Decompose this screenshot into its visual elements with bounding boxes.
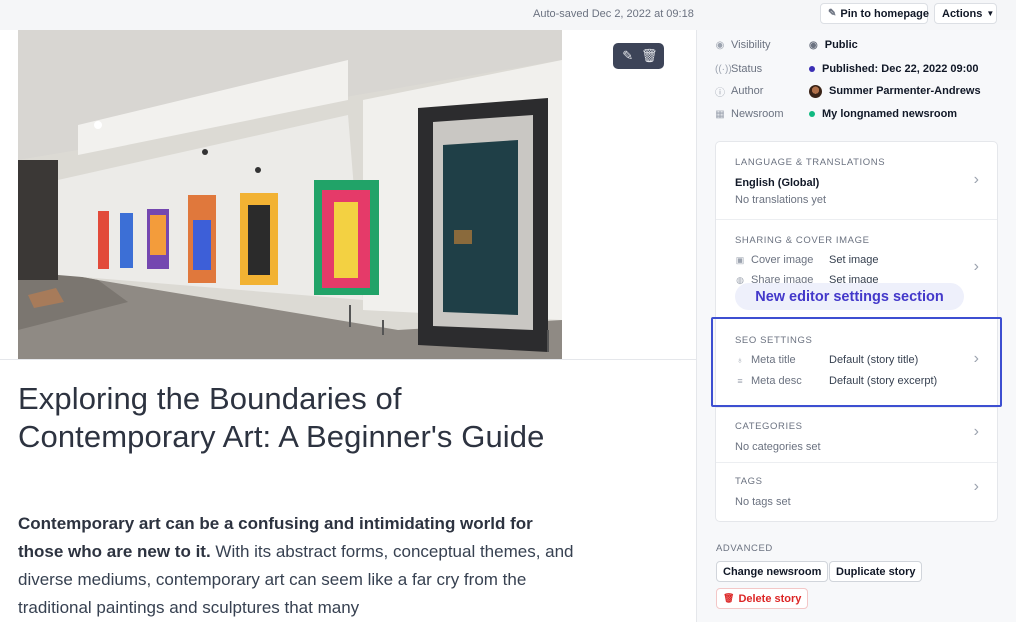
new-section-callout: New editor settings section — [735, 283, 964, 310]
meta-newsroom-value: My longnamed newsroom — [822, 108, 958, 120]
image-icon: ▣ — [735, 254, 745, 265]
meta-desc-key: Meta desc — [751, 375, 802, 387]
trash-icon: 🗑 — [723, 593, 735, 603]
advanced-heading: ADVANCED — [716, 543, 773, 554]
broadcast-icon: ((·)) — [715, 63, 732, 75]
meta-visibility-key: Visibility — [731, 39, 771, 51]
cover-image-value: Set image — [829, 254, 879, 266]
autosave-status: Auto-saved Dec 2, 2022 at 09:18 — [533, 8, 694, 20]
image-toolbar: ✎ 🗑 — [613, 43, 664, 69]
eye-icon: ◉ — [809, 39, 818, 51]
cover-image-key: Cover image — [751, 254, 814, 266]
meta-visibility-value: Public — [824, 39, 858, 51]
trash-icon[interactable]: 🗑 — [640, 48, 658, 64]
tags-value: No tags set — [735, 496, 791, 508]
pin-to-homepage-button[interactable]: ✎ Pin to homepage — [820, 3, 930, 24]
chevron-right-icon: › — [973, 423, 979, 440]
chevron-right-icon: › — [973, 258, 979, 275]
delete-story-label: Delete story — [738, 592, 802, 605]
eye-icon: ◉ — [715, 39, 725, 51]
chevron-right-icon: › — [973, 478, 979, 495]
language-heading: LANGUAGE & TRANSLATIONS — [735, 157, 886, 168]
story-title[interactable]: Exploring the Boundaries of Contemporary… — [18, 380, 578, 456]
pencil-icon[interactable]: ✎ — [619, 48, 637, 64]
pin-icon: ✎ — [828, 8, 837, 19]
categories-section[interactable]: CATEGORIES No categories set › — [716, 408, 997, 463]
sharing-heading: SHARING & COVER IMAGE — [735, 235, 870, 246]
meta-author-row[interactable]: ⓘ Author Summer Parmenter-Andrews — [715, 82, 1005, 100]
story-editor: ✎ 🗑 Exploring the Boundaries of Contempo… — [0, 30, 697, 622]
meta-visibility-row[interactable]: ◉ Visibility ◉ Public — [715, 36, 1005, 54]
categories-value: No categories set — [735, 441, 821, 453]
tags-section[interactable]: TAGS No tags set › — [716, 463, 997, 521]
actions-dropdown-button[interactable]: Actions ▼ — [934, 3, 997, 24]
translations-status: No translations yet — [735, 194, 827, 206]
gallery-photo — [18, 30, 562, 359]
text-lines-icon: ≡ — [737, 376, 743, 386]
settings-panel: LANGUAGE & TRANSLATIONS English (Global)… — [715, 141, 998, 522]
top-bar: Auto-saved Dec 2, 2022 at 09:18 ✎ Pin to… — [0, 0, 1016, 30]
chevron-right-icon: › — [973, 350, 979, 367]
story-lead-paragraph[interactable]: Contemporary art can be a confusing and … — [18, 510, 578, 622]
pin-to-homepage-label: Pin to homepage — [840, 7, 930, 20]
chevron-right-icon: › — [973, 171, 979, 188]
newsroom-dot — [809, 111, 815, 117]
meta-newsroom-key: Newsroom — [731, 108, 784, 120]
tags-heading: TAGS — [735, 476, 763, 487]
language-value: English (Global) — [735, 177, 820, 189]
meta-status-row[interactable]: ((·)) Status Published: Dec 22, 2022 09:0… — [715, 60, 1005, 78]
cover-image[interactable] — [18, 30, 562, 359]
meta-status-value: Published: Dec 22, 2022 09:00 — [822, 63, 979, 75]
meta-author-key: Author — [731, 85, 764, 97]
change-newsroom-button[interactable]: Change newsroom — [716, 561, 829, 582]
grid-icon: ▦ — [715, 108, 725, 120]
story-settings-sidebar: ◉ Visibility ◉ Public ((·)) Status Publishe… — [697, 30, 1016, 622]
meta-author-value: Summer Parmenter-Andrews — [829, 85, 981, 97]
seo-heading: SEO SETTINGS — [735, 335, 813, 346]
meta-desc-row[interactable]: ≡ Meta desc Default (story excerpt) — [735, 375, 937, 387]
language-section[interactable]: LANGUAGE & TRANSLATIONS English (Global)… — [716, 142, 997, 220]
seo-section[interactable]: SEO SETTINGS ♁ Meta title Default (story … — [716, 318, 997, 408]
status-dot — [809, 66, 815, 72]
meta-newsroom-row[interactable]: ▦ Newsroom My longnamed newsroom — [715, 105, 1005, 123]
avatar — [809, 84, 822, 98]
delete-story-button[interactable]: 🗑 Delete story — [716, 588, 809, 609]
lightbulb-icon: ♁ — [736, 355, 744, 365]
meta-status-key: Status — [731, 63, 763, 75]
meta-title-value: Default (story title) — [829, 354, 919, 366]
cover-image-row[interactable]: ▣ Cover image Set image — [735, 254, 879, 266]
cover-divider — [0, 359, 697, 360]
chevron-down-icon: ▼ — [986, 9, 995, 18]
meta-desc-value: Default (story excerpt) — [829, 375, 938, 387]
info-icon: ⓘ — [715, 87, 725, 99]
actions-label: Actions — [942, 7, 983, 20]
editor-window: Auto-saved Dec 2, 2022 at 09:18 ✎ Pin to… — [0, 0, 1016, 622]
meta-title-key: Meta title — [751, 354, 796, 366]
meta-title-row[interactable]: ♁ Meta title Default (story title) — [735, 354, 919, 366]
categories-heading: CATEGORIES — [735, 421, 803, 432]
duplicate-story-button[interactable]: Duplicate story — [829, 561, 923, 582]
